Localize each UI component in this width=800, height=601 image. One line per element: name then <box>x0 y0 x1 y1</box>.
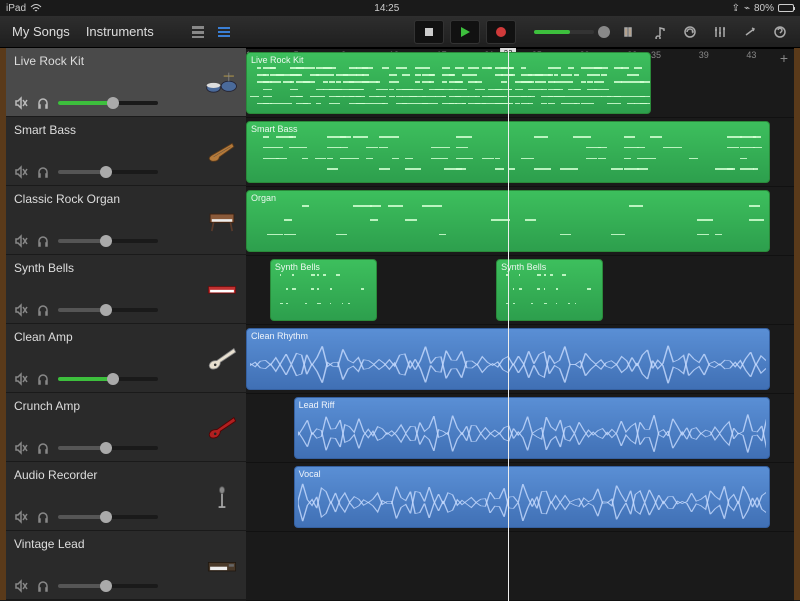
volume-slider[interactable] <box>58 584 158 588</box>
mute-icon[interactable] <box>14 165 28 179</box>
track-header-5[interactable]: Crunch Amp <box>6 393 246 462</box>
track-header-0[interactable]: Live Rock Kit <box>6 48 246 117</box>
mute-icon[interactable] <box>14 579 28 593</box>
headphones-icon[interactable] <box>36 441 50 455</box>
mixer-button[interactable] <box>708 20 732 44</box>
device-label: iPad <box>6 3 26 14</box>
region[interactable]: Synth Bells <box>270 259 377 321</box>
track-lane-5[interactable]: Lead Riff <box>246 394 794 463</box>
volume-slider[interactable] <box>58 170 158 174</box>
track-name: Vintage Lead <box>14 537 238 551</box>
region[interactable]: Lead Riff <box>294 397 771 459</box>
headphones-icon[interactable] <box>36 234 50 248</box>
track-name: Clean Amp <box>14 330 238 344</box>
help-button[interactable] <box>768 20 792 44</box>
nav-my-songs[interactable]: My Songs <box>8 24 74 39</box>
track-lane-1[interactable]: Smart Bass <box>246 118 794 187</box>
share-icon: ⇪ <box>732 3 740 14</box>
region[interactable]: Synth Bells <box>496 259 603 321</box>
track-lane-2[interactable]: Organ <box>246 187 794 256</box>
guitar-red-icon <box>204 413 240 441</box>
track-name: Crunch Amp <box>14 399 238 413</box>
synthkeys-icon <box>204 275 240 303</box>
track-header-3[interactable]: Synth Bells <box>6 255 246 324</box>
headphones-icon[interactable] <box>36 372 50 386</box>
headphones-icon[interactable] <box>36 96 50 110</box>
headphones-icon[interactable] <box>36 579 50 593</box>
mute-icon[interactable] <box>14 372 28 386</box>
track-name: Smart Bass <box>14 123 238 137</box>
track-lane-4[interactable]: Clean Rhythm <box>246 325 794 394</box>
track-lane-0[interactable]: Live Rock Kit <box>246 49 794 118</box>
view-tracks-button[interactable] <box>212 20 236 44</box>
track-lane-6[interactable]: Vocal <box>246 463 794 532</box>
nav-instruments[interactable]: Instruments <box>82 24 158 39</box>
region[interactable]: Live Rock Kit <box>246 52 651 114</box>
track-name: Synth Bells <box>14 261 238 275</box>
track-name: Classic Rock Organ <box>14 192 238 206</box>
view-grid-button[interactable] <box>186 20 210 44</box>
playhead-line <box>508 49 509 601</box>
track-lane-7[interactable] <box>246 532 794 601</box>
mic-icon <box>204 482 240 510</box>
lanes[interactable]: Live Rock KitSmart BassOrganSynth BellsS… <box>246 49 794 601</box>
region-label: Live Rock Kit <box>251 55 646 65</box>
bass-icon <box>204 137 240 165</box>
note-editor-button[interactable] <box>648 20 672 44</box>
region-label: Synth Bells <box>275 262 372 272</box>
clock: 14:25 <box>42 3 732 14</box>
master-volume[interactable] <box>534 26 610 38</box>
mute-icon[interactable] <box>14 234 28 248</box>
volume-slider[interactable] <box>58 308 158 312</box>
play-button[interactable] <box>450 20 480 44</box>
timeline[interactable]: + 1A5913172125293335394323 Live Rock Kit… <box>246 48 800 600</box>
mute-icon[interactable] <box>14 303 28 317</box>
mute-icon[interactable] <box>14 441 28 455</box>
status-bar: iPad 14:25 ⇪ ⌁ 80% <box>0 0 800 16</box>
volume-slider[interactable] <box>58 101 158 105</box>
volume-slider[interactable] <box>58 515 158 519</box>
battery-icon <box>778 4 794 12</box>
track-lane-3[interactable]: Synth Bells Synth Bells <box>246 256 794 325</box>
region-label: Synth Bells <box>501 262 598 272</box>
track-header-7[interactable]: Vintage Lead <box>6 531 246 600</box>
headphones-icon[interactable] <box>36 510 50 524</box>
region[interactable]: Vocal <box>294 466 771 528</box>
region-label: Vocal <box>299 469 766 479</box>
region-label: Lead Riff <box>299 400 766 410</box>
toolbar: My Songs Instruments <box>0 16 800 48</box>
track-header-4[interactable]: Clean Amp <box>6 324 246 393</box>
record-button[interactable] <box>486 20 516 44</box>
wifi-icon <box>30 3 42 13</box>
track-header-6[interactable]: Audio Recorder <box>6 462 246 531</box>
mute-icon[interactable] <box>14 96 28 110</box>
synth-icon <box>204 551 240 579</box>
battery-pct: 80% <box>754 3 774 14</box>
volume-slider[interactable] <box>58 239 158 243</box>
drums-icon <box>204 68 240 96</box>
volume-slider[interactable] <box>58 446 158 450</box>
settings-button[interactable] <box>738 20 762 44</box>
track-name: Audio Recorder <box>14 468 238 482</box>
stop-button[interactable] <box>414 20 444 44</box>
loop-browser-button[interactable] <box>678 20 702 44</box>
organ-icon <box>204 206 240 234</box>
mute-icon[interactable] <box>14 510 28 524</box>
bluetooth-icon: ⌁ <box>744 3 750 14</box>
track-sidebar: Live Rock Kit Smart Bass Classic Rock Orga… <box>0 48 246 600</box>
track-name: Live Rock Kit <box>14 54 238 68</box>
loop-marker-button[interactable] <box>618 20 642 44</box>
track-header-1[interactable]: Smart Bass <box>6 117 246 186</box>
headphones-icon[interactable] <box>36 165 50 179</box>
guitar-white-icon <box>204 344 240 372</box>
volume-slider[interactable] <box>58 377 158 381</box>
headphones-icon[interactable] <box>36 303 50 317</box>
track-header-2[interactable]: Classic Rock Organ <box>6 186 246 255</box>
